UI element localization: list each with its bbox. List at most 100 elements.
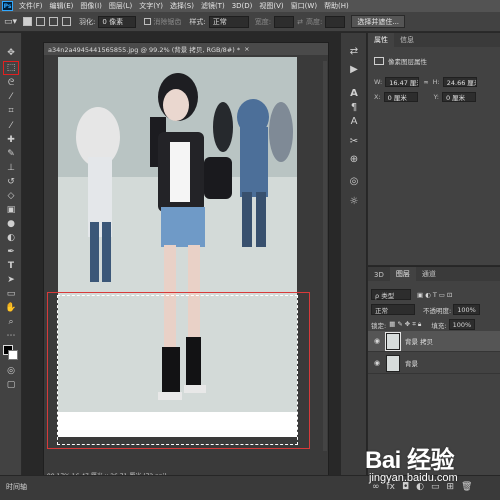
channels-panel-icon[interactable]: ◎ [348,175,360,187]
menu-layer[interactable]: 图层(L) [109,1,132,11]
gradient-tool-icon[interactable]: ▣ [4,204,18,216]
height-label: 高度: [305,17,323,26]
quick-selection-tool-icon[interactable]: ⁄ [4,91,18,103]
blend-mode-select[interactable]: 正常 [371,304,415,315]
y-prop-field[interactable]: 0 厘米 [441,92,476,102]
lasso-tool-icon[interactable]: ᘓ [4,77,18,89]
healing-brush-tool-icon[interactable]: ✚ [4,134,18,146]
properties-section-title: 像素图层属性 [388,58,427,66]
layer-filter-row: ρ 类型 ▣◐T▭⊡ [371,289,497,300]
select-and-mask-button[interactable]: 选择并遮住... [351,15,406,28]
blur-tool-icon[interactable]: ● [4,218,18,230]
intersect-selection-icon[interactable] [62,17,72,26]
path-selection-tool-icon[interactable]: ➤ [4,274,18,286]
tab-3d[interactable]: 3D [368,269,390,281]
height-input[interactable] [325,15,346,28]
type-tool-icon[interactable]: T [4,260,18,272]
character-panel-icon[interactable]: A [348,87,360,99]
hand-tool-icon[interactable]: ✋ [4,302,18,314]
width-prop-field[interactable]: 16.47 厘米 [385,77,420,87]
tab-channels[interactable]: 通道 [416,267,442,281]
properties-panel: 属性 信息 像素图层属性 W: 16.47 厘米 ∞ H: 24.66 厘米 X… [368,33,500,265]
lightbulb-icon[interactable]: ☼ [348,195,360,207]
width-input[interactable] [274,15,295,28]
pixel-layer-icon [374,57,384,65]
x-prop-field[interactable]: 0 厘米 [383,92,418,102]
close-icon[interactable]: × [244,45,249,53]
document-window: a34n2a4945441565855.jpg @ 99.2% (背景 拷贝, … [43,42,329,482]
menu-filter[interactable]: 滤镜(T) [201,1,225,11]
timeline-tab[interactable]: 时间轴 [6,482,27,492]
marquee-preset-icon[interactable]: ▭▾ [4,17,17,27]
tab-properties[interactable]: 属性 [368,33,394,47]
document-image[interactable] [58,57,297,437]
new-selection-icon[interactable] [23,17,33,26]
rectangular-marquee-tool-icon[interactable]: ⬚ [3,61,19,75]
history-panel-icon[interactable]: ⇄ [348,45,360,57]
quick-mask-icon[interactable]: ◎ [4,365,18,377]
pen-tool-icon[interactable]: ✒ [4,246,18,258]
eraser-tool-icon[interactable]: ◇ [4,190,18,202]
eye-icon[interactable]: ◉ [371,359,383,367]
tab-info[interactable]: 信息 [394,33,420,47]
menu-select[interactable]: 选择(S) [170,1,194,11]
subtract-selection-icon[interactable] [49,17,59,26]
add-selection-icon[interactable] [36,17,46,26]
paragraph-panel-icon[interactable]: ¶ [348,101,360,113]
menu-type[interactable]: 文字(Y) [139,1,163,11]
width-label: 宽度: [254,17,272,26]
layer-kind-filter[interactable]: ρ 类型 [371,289,411,300]
zoom-tool-icon[interactable]: ⌕ [4,316,18,328]
eye-icon[interactable]: ◉ [371,337,383,345]
edit-toolbar-icon[interactable]: ⋯ [4,330,18,342]
menu-image[interactable]: 图像(I) [80,1,102,11]
style-label: 样式: [189,17,206,26]
document-tab[interactable]: a34n2a4945441565855.jpg @ 99.2% (背景 拷贝, … [44,43,328,55]
actions-panel-icon[interactable]: ▶ [348,63,360,75]
tool-presets-icon[interactable]: ✂ [348,135,360,147]
screen-mode-icon[interactable]: ▢ [4,379,18,391]
layer-row-background[interactable]: ◉ 背景 [368,353,500,374]
tab-layers[interactable]: 图层 [389,267,416,281]
opacity-label: 不透明度: [423,306,452,315]
link-icon[interactable]: ∞ [423,78,428,86]
collapsed-panels-strip: ⇄ ▶ A ¶ A ✂ ⊕ ◎ ☼ [341,33,367,475]
rectangle-tool-icon[interactable]: ▭ [4,288,18,300]
history-brush-tool-icon[interactable]: ↺ [4,176,18,188]
antialias-checkbox[interactable] [144,18,152,25]
eyedropper-tool-icon[interactable]: ⁄ [4,120,18,132]
layer-thumbnail [385,331,401,351]
menu-window[interactable]: 窗口(W) [291,1,317,11]
clone-source-icon[interactable]: ⊕ [348,153,360,165]
x-prop-label: X: [374,93,381,101]
watermark-url: jingyan.baidu.com [369,472,458,484]
swap-icon[interactable]: ⇄ [297,18,303,26]
style-select[interactable]: 正常 [208,15,249,28]
menu-view[interactable]: 视图(V) [259,1,283,11]
clone-stamp-tool-icon[interactable]: ⊥ [4,162,18,174]
opacity-input[interactable]: 100% [453,304,480,315]
menu-file[interactable]: 文件(F) [19,1,43,11]
layer-row-background-copy[interactable]: ◉ 背景 拷贝 [368,331,500,352]
fill-input[interactable]: 100% [448,319,476,330]
menu-3d[interactable]: 3D(D) [232,2,253,10]
crop-tool-icon[interactable]: ⌗ [4,105,18,117]
antialias-label: 消除锯齿 [153,17,182,26]
background-color-swatch[interactable] [8,350,18,360]
brush-tool-icon[interactable]: ✎ [4,148,18,160]
height-prop-field[interactable]: 24.66 厘米 [442,77,477,87]
menu-help[interactable]: 帮助(H) [324,1,349,11]
filter-icons[interactable]: ▣◐T▭⊡ [417,291,454,299]
photoshop-logo: Ps [2,1,13,11]
y-prop-label: Y: [433,93,439,101]
baidu-jingyan-watermark: Bai 经验 jingyan.baidu.com [365,440,495,496]
properties-position-row: X: 0 厘米 Y: 0 厘米 [374,92,476,102]
lock-icons[interactable]: ▦✎✥⌗🔒︎ [389,320,423,329]
paragraph-styles-icon[interactable]: A [348,115,360,127]
dodge-tool-icon[interactable]: ◐ [4,232,18,244]
vertical-scrollbar[interactable] [323,61,327,451]
menu-edit[interactable]: 编辑(E) [50,1,74,11]
height-prop-label: H: [432,78,440,86]
feather-input[interactable]: 0 像素 [98,15,137,28]
move-tool-icon[interactable]: ✥ [4,47,18,59]
